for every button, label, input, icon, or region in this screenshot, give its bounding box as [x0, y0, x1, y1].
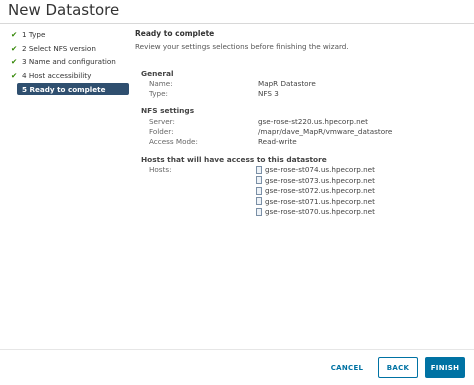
step-label: 5 Ready to complete [22, 84, 106, 94]
footer-divider [0, 349, 474, 350]
folder-value: /mapr/dave_MapR/vmware_datastore [258, 127, 393, 136]
check-icon: ✔ [11, 57, 18, 67]
host-list-item: gse-rose-st071.us.hpecorp.net [256, 197, 375, 206]
back-button[interactable]: BACK [378, 357, 418, 378]
server-value: gse-rose-st220.us.hpecorp.net [258, 117, 368, 126]
host-icon [256, 176, 262, 184]
cancel-button[interactable]: CANCEL [322, 357, 372, 378]
step-host-accessibility[interactable]: ✔ 4 Host accessibility [0, 69, 130, 83]
name-label: Name: [149, 79, 173, 88]
finish-button[interactable]: FINISH [425, 357, 465, 378]
step-ready-to-complete[interactable]: 5 Ready to complete [17, 83, 129, 95]
hosts-label: Hosts: [149, 165, 172, 174]
step-label: 1 Type [22, 30, 46, 40]
type-value: NFS 3 [258, 89, 279, 98]
host-icon [256, 165, 262, 174]
section-general-title: General [141, 69, 174, 78]
host-name: gse-rose-st072.us.hpecorp.net [265, 186, 375, 195]
page-title: Ready to complete [135, 29, 215, 38]
header-divider [0, 23, 474, 24]
step-select-nfs-version[interactable]: ✔ 2 Select NFS version [0, 42, 130, 56]
section-hosts-title: Hosts that will have access to this data… [141, 155, 327, 164]
step-label: 2 Select NFS version [22, 43, 96, 53]
host-icon [256, 186, 262, 195]
step-name-and-configuration[interactable]: ✔ 3 Name and configuration [0, 55, 130, 69]
host-list-item: gse-rose-st072.us.hpecorp.net [256, 186, 375, 195]
host-name: gse-rose-st073.us.hpecorp.net [265, 175, 375, 185]
access-mode-label: Access Mode: [149, 137, 198, 146]
host-list-item: gse-rose-st073.us.hpecorp.net [256, 176, 375, 185]
check-icon: ✔ [11, 43, 18, 53]
step-label: 4 Host accessibility [22, 70, 92, 80]
check-icon: ✔ [11, 70, 18, 80]
host-name: gse-rose-st074.us.hpecorp.net [265, 165, 375, 174]
step-label: 3 Name and configuration [22, 57, 116, 67]
dialog-title: New Datastore [8, 1, 120, 19]
host-name: gse-rose-st070.us.hpecorp.net [265, 207, 375, 216]
host-list-item: gse-rose-st070.us.hpecorp.net [256, 207, 375, 216]
step-type[interactable]: ✔ 1 Type [0, 28, 130, 42]
host-list-item: gse-rose-st074.us.hpecorp.net [256, 165, 375, 174]
host-icon [256, 207, 262, 216]
folder-label: Folder: [149, 127, 174, 136]
server-label: Server: [149, 117, 175, 126]
wizard-steps: ✔ 1 Type ✔ 2 Select NFS version ✔ 3 Name… [0, 28, 130, 95]
type-label: Type: [149, 89, 168, 98]
host-icon [256, 197, 262, 205]
check-icon: ✔ [11, 30, 18, 40]
summary-panel: Ready to complete Review your settings s… [135, 29, 465, 216]
host-name: gse-rose-st071.us.hpecorp.net [265, 196, 375, 206]
access-mode-value: Read-write [258, 137, 297, 146]
section-nfs-title: NFS settings [141, 106, 195, 115]
name-value: MapR Datastore [258, 79, 316, 88]
page-subtitle: Review your settings selections before f… [135, 42, 349, 51]
